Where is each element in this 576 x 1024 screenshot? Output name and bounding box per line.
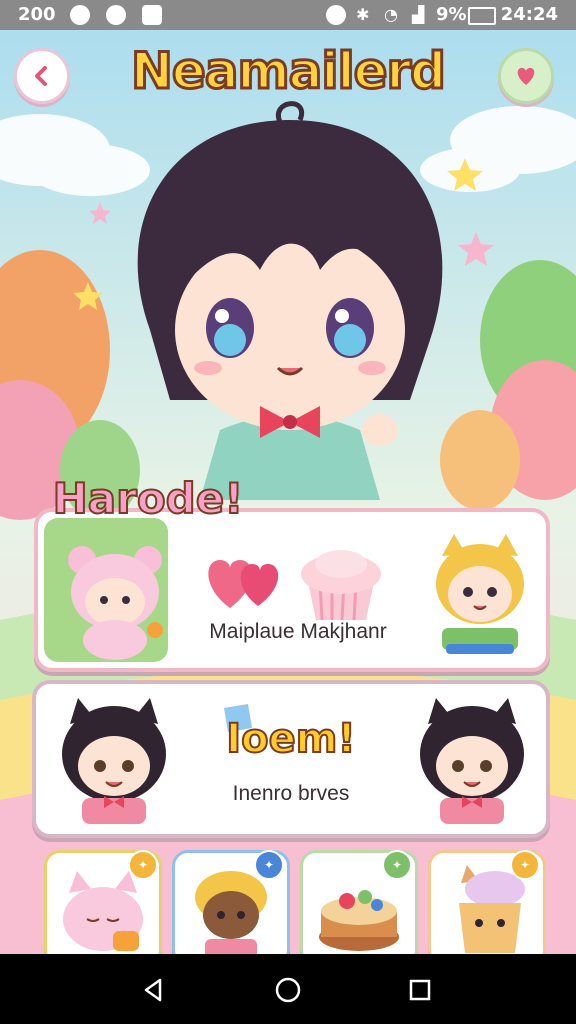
sync-icon	[106, 5, 126, 25]
battery-icon	[468, 7, 496, 25]
circle-home-icon	[275, 977, 301, 1003]
status-bar: 200 ✱ ◔ ▟ 9% 24:24	[0, 0, 576, 30]
home-nav-button[interactable]	[266, 968, 310, 1012]
status-left-text: 200	[18, 4, 56, 25]
characters-tag: Ioem!	[225, 715, 356, 763]
card-badge-3: ✦	[382, 850, 412, 880]
battery-percent: 9%	[436, 4, 467, 25]
navigation-icon	[70, 5, 90, 25]
signal-icon: ▟	[412, 5, 425, 24]
favorite-button[interactable]	[498, 48, 554, 104]
square-recents-icon	[409, 979, 431, 1001]
main-character[interactable]	[110, 100, 470, 500]
alarm-icon	[326, 5, 346, 25]
featured-tag: Harode!	[52, 473, 245, 524]
catgirl-left-character[interactable]	[54, 694, 174, 824]
status-time: 24:24	[500, 4, 558, 25]
triangle-back-icon	[144, 978, 162, 1002]
characters-caption: Inenro brves	[232, 782, 350, 805]
system-nav-bar	[0, 954, 576, 1024]
back-nav-button[interactable]	[132, 968, 176, 1012]
card-badge-2: ✦	[254, 850, 284, 880]
back-button[interactable]	[14, 48, 70, 104]
card-badge-1: ✦	[128, 850, 158, 880]
chevron-left-icon	[35, 66, 47, 86]
heart-icon	[517, 67, 535, 85]
cupcake-item[interactable]	[296, 542, 386, 622]
wifi-icon: ◔	[384, 5, 398, 24]
bluetooth-icon: ✱	[356, 5, 370, 24]
shield-icon	[142, 5, 162, 25]
blonde-catgirl-character[interactable]	[428, 532, 532, 656]
recents-nav-button[interactable]	[398, 968, 442, 1012]
hearts-item[interactable]	[202, 552, 286, 612]
pink-bear-character[interactable]	[60, 540, 170, 660]
characters-panel: Ioem! Inenro brves	[32, 680, 550, 838]
featured-caption: Maiplaue Makjhanr	[209, 620, 387, 643]
card-badge-4: ✦	[510, 850, 540, 880]
catgirl-right-character[interactable]	[412, 694, 532, 824]
